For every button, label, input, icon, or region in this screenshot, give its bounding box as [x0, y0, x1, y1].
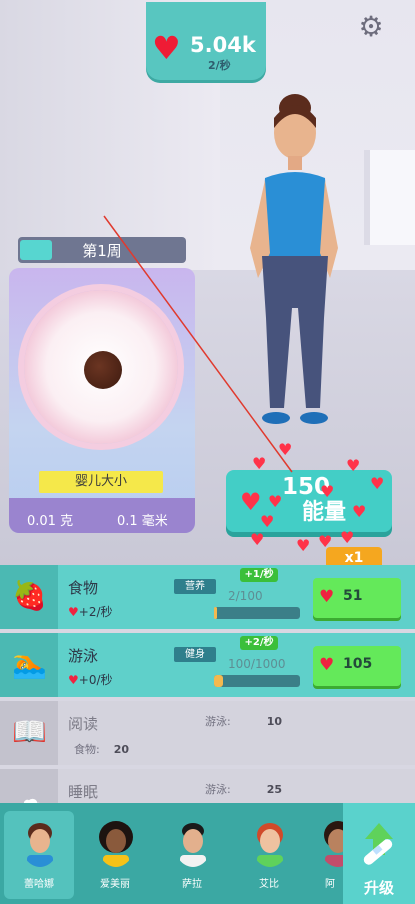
swimmer-icon: 🏊	[12, 647, 47, 680]
activity-progress-text: 100/1000	[228, 657, 286, 671]
activity-tag: 健身	[174, 647, 216, 662]
buy-cost: 51	[343, 588, 363, 604]
activity-name: 阅读	[68, 715, 99, 733]
activity-icon-box: 🍓	[0, 565, 58, 629]
buy-swim-button[interactable]: ♥ 105	[313, 646, 401, 686]
avatar	[180, 823, 206, 867]
character-tab-amelie[interactable]: 爱美丽	[80, 811, 150, 899]
activity-progress-fill	[214, 607, 217, 619]
buy-cost: 105	[343, 656, 373, 672]
avatar	[257, 823, 283, 867]
activity-row-swim[interactable]: 🏊 游泳 ♥+0/秒 健身 +2/秒 100/1000 ♥ 105	[0, 633, 415, 697]
activity-icon-box: 🏊	[0, 633, 58, 697]
character-name: 艾比	[259, 879, 279, 890]
avatar	[27, 823, 53, 867]
unlock-requirement: 食物: 20	[74, 743, 130, 756]
character-name: 蕾哈娜	[24, 879, 54, 890]
activity-name: 食物	[68, 579, 99, 597]
pregnancy-test-icon	[363, 823, 393, 865]
activity-progress-bar	[214, 675, 300, 687]
heart-icon: ♥	[319, 655, 335, 675]
character-tab-rihanna[interactable]: 蕾哈娜	[4, 811, 74, 899]
activities-list: 🍓 食物 ♥+2/秒 营养 +1/秒 2/100 ♥ 51 🏊 游泳 ♥+0/秒…	[0, 565, 415, 833]
character-tab-sarah[interactable]: 萨拉	[157, 811, 227, 899]
activity-tag: 营养	[174, 579, 216, 594]
heart-icon: ♥	[319, 587, 335, 607]
character-name: 阿	[325, 879, 335, 890]
activity-rate: ♥+2/秒	[68, 605, 113, 619]
character-tab-abby[interactable]: 艾比	[234, 811, 304, 899]
upgrade-button[interactable]: 升级	[343, 803, 415, 904]
character-name: 萨拉	[182, 879, 202, 890]
upgrade-label: 升级	[363, 879, 394, 897]
heart-icon: ♥	[68, 605, 79, 619]
activity-progress-bar	[214, 607, 300, 619]
character-tab-partial[interactable]: 阿	[311, 811, 343, 899]
activity-plus-badge: +1/秒	[240, 568, 278, 582]
heart-icon: ♥	[68, 673, 79, 687]
activity-icon-box: 📖	[0, 701, 58, 765]
activity-name: 睡眠	[68, 783, 99, 801]
activity-progress-fill	[214, 675, 223, 687]
strawberry-icon: 🍓	[12, 579, 47, 612]
avatar	[99, 821, 133, 867]
activity-rate: ♥+0/秒	[68, 673, 113, 687]
unlock-requirement: 游泳: 25	[205, 783, 283, 796]
book-icon: 📖	[12, 715, 47, 748]
activity-progress-text: 2/100	[228, 589, 263, 603]
avatar	[324, 821, 343, 867]
unlock-requirement: 游泳: 10	[205, 715, 283, 728]
activity-row-food[interactable]: 🍓 食物 ♥+2/秒 营养 +1/秒 2/100 ♥ 51	[0, 565, 415, 629]
character-name: 爱美丽	[100, 879, 130, 890]
buy-food-button[interactable]: ♥ 51	[313, 578, 401, 618]
activity-name: 游泳	[68, 647, 99, 665]
activity-plus-badge: +2/秒	[240, 636, 278, 650]
activity-row-reading-locked: 📖 阅读 游泳: 10 食物: 20	[0, 701, 415, 765]
